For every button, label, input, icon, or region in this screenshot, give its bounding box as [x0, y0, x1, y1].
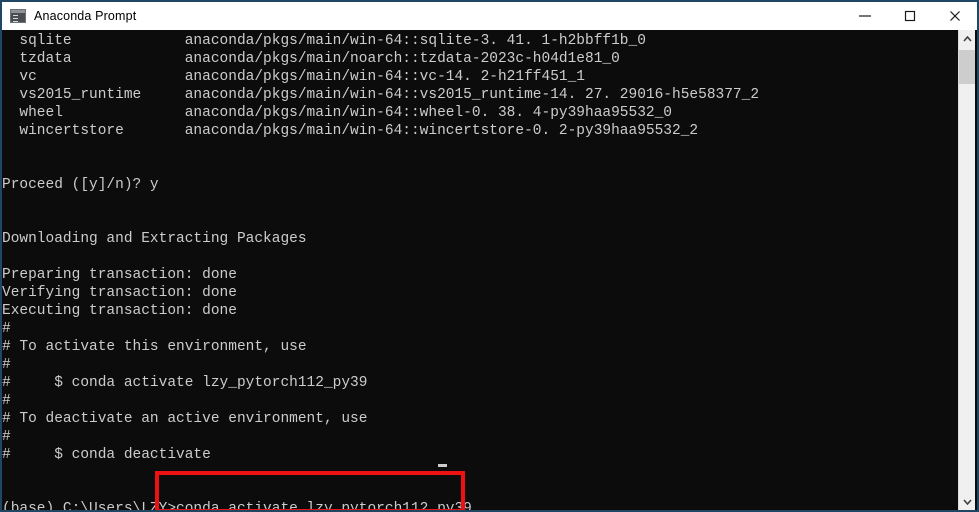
minimize-button[interactable] — [842, 2, 887, 30]
vertical-scrollbar[interactable] — [958, 30, 975, 510]
scroll-down-icon[interactable] — [959, 493, 975, 510]
maximize-button[interactable] — [887, 2, 932, 30]
console-output-area[interactable]: sqlite anaconda/pkgs/main/win-64::sqlite… — [2, 30, 960, 510]
console-text: sqlite anaconda/pkgs/main/win-64::sqlite… — [2, 33, 760, 510]
scroll-up-icon[interactable] — [959, 30, 975, 47]
window-controls — [842, 2, 977, 30]
console-icon — [10, 9, 26, 23]
text-cursor — [438, 464, 447, 467]
scrollbar-thumb[interactable] — [959, 50, 975, 84]
anaconda-prompt-window: Anaconda Prompt sqlite anaconda/pkgs/mai… — [0, 0, 979, 512]
close-button[interactable] — [932, 2, 977, 30]
window-title: Anaconda Prompt — [34, 9, 137, 23]
title-bar[interactable]: Anaconda Prompt — [2, 2, 977, 30]
